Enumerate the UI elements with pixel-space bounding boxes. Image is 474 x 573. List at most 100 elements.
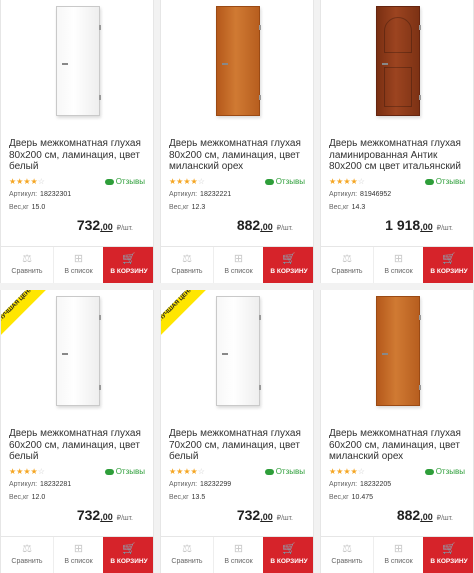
- cart-label: В КОРЗИНУ: [430, 268, 468, 275]
- add-to-list-button[interactable]: ⊞ В список: [213, 247, 263, 283]
- chat-icon: [104, 178, 114, 185]
- scales-icon: ⚖: [182, 253, 192, 265]
- list-label: В список: [224, 268, 253, 275]
- product-card[interactable]: Дверь межкомнатная глухая 80x200 см, лам…: [160, 0, 314, 283]
- star-filled-icon: ★: [343, 177, 351, 186]
- article-row: Артикул: 18232301: [9, 191, 71, 198]
- reviews-link[interactable]: Отзывы: [264, 467, 305, 476]
- price-unit: ₽/шт.: [116, 225, 133, 232]
- reviews-link[interactable]: Отзывы: [104, 467, 145, 476]
- star-filled-icon: ★: [183, 177, 191, 186]
- price: 732,00 ₽/шт.: [237, 507, 293, 523]
- chat-icon: [264, 178, 274, 185]
- reviews-link[interactable]: Отзывы: [264, 177, 305, 186]
- star-empty-icon: ☆: [357, 467, 365, 476]
- price-main: 882: [236, 217, 261, 233]
- article-value: 18232205: [360, 481, 392, 488]
- door-handle: [222, 63, 228, 65]
- reviews-label: Отзывы: [435, 467, 465, 476]
- weight-value: 10.475: [351, 494, 374, 501]
- product-image[interactable]: [321, 0, 473, 128]
- cart-icon: 🛒: [442, 253, 456, 265]
- cart-icon: 🛒: [442, 543, 456, 555]
- add-to-cart-button[interactable]: 🛒 В КОРЗИНУ: [103, 247, 153, 283]
- product-title[interactable]: Дверь межкомнатная глухая 70x200 см, лам…: [169, 428, 307, 464]
- plus-icon: ⊞: [233, 253, 244, 265]
- price-unit: ₽/шт.: [276, 515, 293, 522]
- weight-label: Вес,кг: [329, 494, 349, 501]
- add-to-cart-button[interactable]: 🛒 В КОРЗИНУ: [263, 247, 313, 283]
- rating-stars: ★★★★☆: [169, 177, 205, 186]
- add-to-list-button[interactable]: ⊞ В список: [213, 537, 263, 573]
- plus-icon: ⊞: [233, 543, 244, 555]
- compare-button[interactable]: ⚖ Сравнить: [1, 537, 53, 573]
- article-value: 18232301: [40, 191, 72, 198]
- compare-button[interactable]: ⚖ Сравнить: [321, 537, 373, 573]
- reviews-link[interactable]: Отзывы: [424, 177, 465, 186]
- star-filled-icon: ★: [343, 467, 351, 476]
- product-title[interactable]: Дверь межкомнатная глухая 80x200 см, лам…: [169, 138, 307, 174]
- rating-stars: ★★★★☆: [169, 467, 205, 476]
- weight-label: Вес,кг: [9, 204, 29, 211]
- add-to-list-button[interactable]: ⊞ В список: [373, 247, 423, 283]
- compare-label: Сравнить: [331, 558, 363, 565]
- door-image: [216, 296, 261, 406]
- add-to-cart-button[interactable]: 🛒 В КОРЗИНУ: [103, 537, 153, 573]
- reviews-label: Отзывы: [275, 177, 305, 186]
- card-actions: ⚖ Сравнить ⊞ В список 🛒 В КОРЗИНУ: [1, 246, 153, 283]
- reviews-link[interactable]: Отзывы: [424, 467, 465, 476]
- compare-button[interactable]: ⚖ Сравнить: [1, 247, 53, 283]
- article-row: Артикул: 18232221: [169, 191, 231, 198]
- product-card[interactable]: ЛУЧШАЯ ЦЕНА Дверь межкомнатная глухая 70…: [160, 290, 314, 573]
- list-label: В список: [64, 268, 93, 275]
- weight-label: Вес,кг: [169, 204, 189, 211]
- add-to-list-button[interactable]: ⊞ В список: [53, 247, 103, 283]
- product-title[interactable]: Дверь межкомнатная глухая 80x200 см, лам…: [9, 138, 147, 174]
- plus-icon: ⊞: [73, 543, 84, 555]
- cart-label: В КОРЗИНУ: [270, 268, 308, 275]
- card-actions: ⚖ Сравнить ⊞ В список 🛒 В КОРЗИНУ: [161, 536, 313, 573]
- article-value: 18232221: [200, 191, 232, 198]
- compare-label: Сравнить: [171, 558, 203, 565]
- add-to-list-button[interactable]: ⊞ В список: [373, 537, 423, 573]
- add-to-list-button[interactable]: ⊞ В список: [53, 537, 103, 573]
- cart-label: В КОРЗИНУ: [270, 558, 308, 565]
- product-title[interactable]: Дверь межкомнатная глухая 60x200 см, лам…: [9, 428, 147, 464]
- product-image[interactable]: [161, 0, 313, 128]
- door-handle: [62, 63, 68, 65]
- product-card[interactable]: Дверь межкомнатная глухая 60x200 см, лам…: [320, 290, 474, 573]
- card-actions: ⚖ Сравнить ⊞ В список 🛒 В КОРЗИНУ: [161, 246, 313, 283]
- star-half-icon: ★: [30, 467, 38, 476]
- list-label: В список: [224, 558, 253, 565]
- add-to-cart-button[interactable]: 🛒 В КОРЗИНУ: [423, 247, 473, 283]
- weight-label: Вес,кг: [9, 494, 29, 501]
- star-empty-icon: ☆: [197, 467, 205, 476]
- chat-icon: [424, 178, 434, 185]
- price-cents: ,00: [420, 512, 433, 522]
- article-label: Артикул:: [169, 481, 198, 488]
- product-image[interactable]: [321, 290, 473, 418]
- price-cents: ,00: [260, 222, 273, 232]
- product-title[interactable]: Дверь межкомнатная глухая 60x200 см, лам…: [329, 428, 467, 464]
- door-image: [376, 6, 421, 116]
- product-card[interactable]: Дверь межкомнатная глухая 80x200 см, лам…: [0, 0, 154, 283]
- list-label: В список: [384, 558, 413, 565]
- product-card[interactable]: ЛУЧШАЯ ЦЕНА Дверь межкомнатная глухая 60…: [0, 290, 154, 573]
- compare-button[interactable]: ⚖ Сравнить: [321, 247, 373, 283]
- article-value: 18232281: [40, 481, 72, 488]
- reviews-link[interactable]: Отзывы: [104, 177, 145, 186]
- compare-button[interactable]: ⚖ Сравнить: [161, 537, 213, 573]
- rating-stars: ★★★★☆: [329, 467, 365, 476]
- add-to-cart-button[interactable]: 🛒 В КОРЗИНУ: [263, 537, 313, 573]
- product-title[interactable]: Дверь межкомнатная глухая ламинированная…: [329, 138, 467, 174]
- product-card[interactable]: Дверь межкомнатная глухая ламинированная…: [320, 0, 474, 283]
- compare-button[interactable]: ⚖ Сравнить: [161, 247, 213, 283]
- rating-stars: ★★★★☆: [9, 467, 45, 476]
- star-filled-icon: ★: [190, 177, 198, 186]
- add-to-cart-button[interactable]: 🛒 В КОРЗИНУ: [423, 537, 473, 573]
- product-image[interactable]: [1, 0, 153, 128]
- price-main: 1 918: [385, 217, 421, 233]
- door-image: [56, 6, 101, 116]
- plus-icon: ⊞: [73, 253, 84, 265]
- weight-label: Вес,кг: [169, 494, 189, 501]
